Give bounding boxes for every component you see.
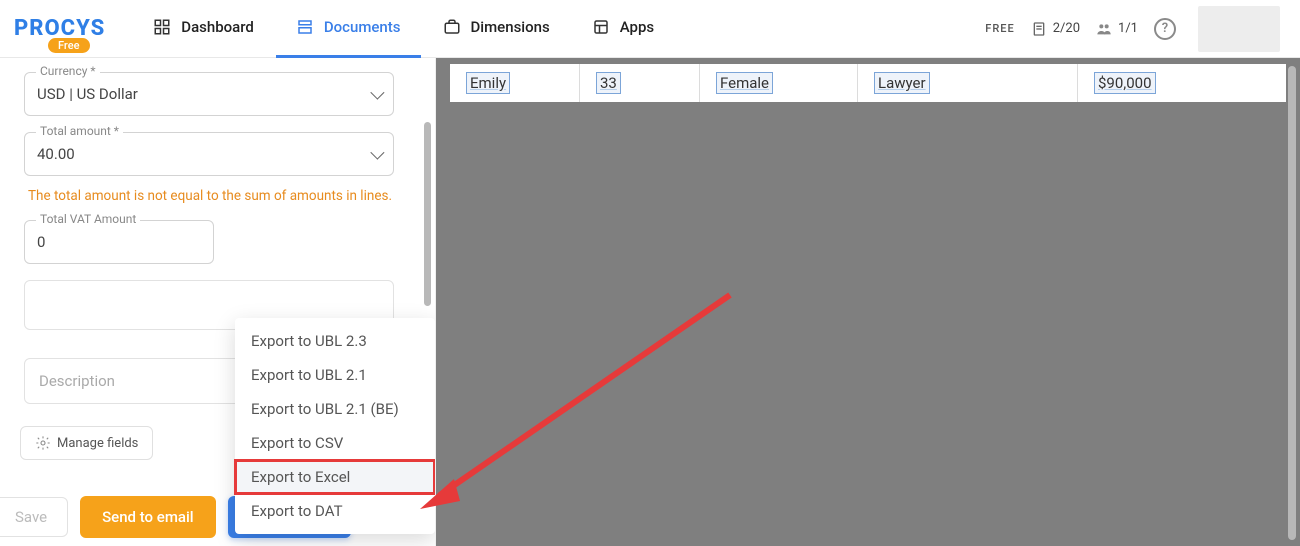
manage-fields-button[interactable]: Manage fields	[20, 426, 153, 460]
cell-job-value: Lawyer	[874, 72, 930, 94]
nav-dimensions-label: Dimensions	[471, 18, 550, 36]
vat-field: Total VAT Amount 0	[24, 220, 411, 264]
export-ubl21be[interactable]: Export to UBL 2.1 (BE)	[235, 392, 435, 426]
nav-documents[interactable]: Documents	[276, 0, 421, 58]
description-placeholder: Description	[39, 372, 115, 390]
main-area: Currency * USD | US Dollar Total amount …	[0, 58, 1300, 546]
nav-apps[interactable]: Apps	[572, 0, 674, 58]
cell-salary-value: $90,000	[1094, 72, 1156, 94]
chevron-down-icon	[370, 146, 384, 160]
cell-name[interactable]: Emily	[450, 64, 580, 102]
free-badge: Free	[48, 38, 90, 53]
dashboard-icon	[153, 18, 171, 36]
total-value: 40.00	[37, 145, 75, 163]
users-icon	[1096, 21, 1112, 37]
export-dat[interactable]: Export to DAT	[235, 494, 435, 528]
export-ubl23[interactable]: Export to UBL 2.3	[235, 324, 435, 358]
cell-gender[interactable]: Female	[700, 64, 858, 102]
currency-field: Currency * USD | US Dollar	[24, 72, 411, 116]
documents-icon	[296, 18, 314, 36]
currency-select[interactable]: USD | US Dollar	[24, 72, 394, 116]
manage-fields-label: Manage fields	[57, 436, 138, 451]
vat-label: Total VAT Amount	[36, 212, 140, 226]
vat-input[interactable]: 0	[24, 220, 214, 264]
vat-value: 0	[37, 233, 45, 251]
dimensions-icon	[443, 18, 461, 36]
cell-age[interactable]: 33	[580, 64, 700, 102]
cell-age-value: 33	[596, 72, 621, 94]
currency-label: Currency *	[36, 64, 100, 78]
export-ubl21[interactable]: Export to UBL 2.1	[235, 358, 435, 392]
form-scrollbar[interactable]	[424, 122, 431, 306]
preview-scrollbar[interactable]	[1288, 66, 1296, 540]
total-warning: The total amount is not equal to the sum…	[24, 186, 402, 206]
help-button[interactable]: ?	[1154, 18, 1176, 40]
top-right: FREE 2/20 1/1 ?	[985, 6, 1280, 52]
gear-icon	[35, 435, 51, 451]
total-label: Total amount *	[36, 124, 123, 138]
form-panel: Currency * USD | US Dollar Total amount …	[0, 58, 436, 546]
export-menu: Export to UBL 2.3 Export to UBL 2.1 Expo…	[235, 318, 435, 534]
docs-stat[interactable]: 2/20	[1031, 21, 1080, 37]
cell-salary[interactable]: $90,000	[1078, 64, 1286, 102]
apps-icon	[592, 18, 610, 36]
total-field: Total amount * 40.00	[24, 132, 411, 176]
currency-value: USD | US Dollar	[37, 85, 138, 103]
preview-panel: Emily 33 Female Lawyer $90,000	[436, 58, 1300, 546]
users-stat[interactable]: 1/1	[1096, 21, 1138, 37]
top-bar: PROCYS Free Dashboard Documents Dimensio…	[0, 0, 1300, 58]
nav-dashboard[interactable]: Dashboard	[133, 0, 274, 58]
export-csv[interactable]: Export to CSV	[235, 426, 435, 460]
send-email-button[interactable]: Send to email	[80, 496, 216, 538]
cell-job[interactable]: Lawyer	[858, 64, 1078, 102]
docs-stat-value: 2/20	[1053, 21, 1080, 36]
profile-block[interactable]	[1198, 6, 1280, 52]
nav-apps-label: Apps	[620, 18, 654, 36]
cell-name-value: Emily	[466, 72, 510, 94]
users-stat-value: 1/1	[1118, 21, 1138, 36]
total-select[interactable]: 40.00	[24, 132, 394, 176]
nav-documents-label: Documents	[324, 18, 401, 36]
main-nav: Dashboard Documents Dimensions Apps	[133, 0, 674, 58]
nav-dashboard-label: Dashboard	[181, 18, 254, 36]
chevron-down-icon	[370, 86, 384, 100]
nav-dimensions[interactable]: Dimensions	[423, 0, 570, 58]
logo-wrap: PROCYS Free	[14, 16, 105, 41]
cell-gender-value: Female	[716, 72, 773, 94]
plan-badge: FREE	[985, 22, 1014, 35]
save-button[interactable]: Save	[0, 497, 68, 537]
document-icon	[1031, 21, 1047, 37]
export-excel[interactable]: Export to Excel	[235, 460, 435, 494]
table-row: Emily 33 Female Lawyer $90,000	[450, 64, 1286, 102]
